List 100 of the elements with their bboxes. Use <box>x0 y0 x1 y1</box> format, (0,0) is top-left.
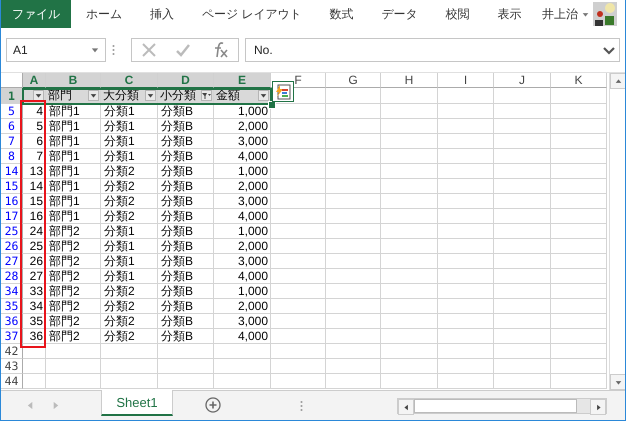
table-cell: 15 <box>23 194 46 209</box>
ribbon-tab[interactable]: 挿入 <box>139 0 185 28</box>
row-header[interactable]: 1 <box>1 88 23 104</box>
table-cell: 分類1 <box>101 104 158 119</box>
empty-cell <box>214 344 271 359</box>
empty-cell <box>494 179 551 194</box>
filter-active-button[interactable] <box>201 90 212 101</box>
fill-handle[interactable] <box>268 101 276 109</box>
table-cell: 分類2 <box>101 194 158 209</box>
scroll-right-button[interactable] <box>590 399 606 415</box>
row-header[interactable]: 43 <box>1 359 23 374</box>
row-header[interactable]: 26 <box>1 239 23 254</box>
column-header[interactable]: E <box>214 73 271 88</box>
row-header[interactable]: 35 <box>1 299 23 314</box>
empty-cell <box>551 88 607 104</box>
row-header[interactable]: 28 <box>1 269 23 284</box>
scroll-left-button[interactable] <box>398 399 414 415</box>
table-cell: 分類2 <box>101 329 158 344</box>
table-cell: 分類2 <box>101 299 158 314</box>
quick-analysis-button[interactable] <box>272 81 294 102</box>
formula-field[interactable]: No. <box>245 38 620 62</box>
table-cell: 分類1 <box>101 224 158 239</box>
row-header[interactable]: 6 <box>1 119 23 134</box>
add-sheet-icon[interactable] <box>205 397 221 413</box>
ribbon-tab[interactable]: ページ レイアウト <box>191 0 312 28</box>
empty-cell <box>326 164 381 179</box>
empty-cell <box>271 284 326 299</box>
scroll-up-button[interactable] <box>610 73 625 89</box>
table-cell: 部門1 <box>46 104 101 119</box>
empty-cell <box>381 359 438 374</box>
empty-cell <box>551 209 607 224</box>
row-header[interactable]: 14 <box>1 164 23 179</box>
empty-cell <box>438 149 494 164</box>
filter-button[interactable] <box>258 90 269 101</box>
row-header[interactable]: 42 <box>1 344 23 359</box>
column-header[interactable]: J <box>494 73 551 88</box>
ribbon-tab[interactable]: 数式 <box>318 0 364 28</box>
ribbon-tab[interactable]: ファイル <box>1 0 71 28</box>
column-header[interactable]: I <box>438 73 494 88</box>
header-label: 金額 <box>216 87 240 104</box>
ribbon-tab[interactable]: 表示 <box>486 0 532 28</box>
empty-cell <box>46 359 101 374</box>
scroll-down-button[interactable] <box>610 374 625 390</box>
table-cell: 33 <box>23 284 46 299</box>
row-header[interactable]: 17 <box>1 209 23 224</box>
column-header[interactable]: H <box>381 73 438 88</box>
row-header[interactable]: 8 <box>1 149 23 164</box>
caret-icon <box>35 92 42 99</box>
empty-cell <box>494 254 551 269</box>
column-header[interactable]: A <box>23 73 46 88</box>
right-arrow-icon <box>594 404 602 410</box>
row-header[interactable]: 7 <box>1 134 23 149</box>
row-header[interactable]: 34 <box>1 284 23 299</box>
filter-button[interactable] <box>145 90 156 101</box>
scroll-thumb[interactable] <box>414 399 577 413</box>
column-header[interactable]: B <box>46 73 101 88</box>
horizontal-scrollbar[interactable] <box>397 398 607 414</box>
table-cell: 部門1 <box>46 164 101 179</box>
table-cell: 14 <box>23 179 46 194</box>
sheet-tab[interactable]: Sheet1 <box>101 390 173 416</box>
column-header[interactable]: K <box>551 73 607 88</box>
check-icon[interactable] <box>175 42 191 58</box>
user-name[interactable]: 井上治 <box>542 6 578 22</box>
empty-cell <box>381 164 438 179</box>
empty-cell <box>271 194 326 209</box>
empty-cell <box>326 284 381 299</box>
empty-cell <box>551 224 607 239</box>
chevron-icon[interactable] <box>603 45 615 55</box>
table-cell: 4,000 <box>214 329 271 344</box>
row-header[interactable]: 16 <box>1 194 23 209</box>
filter-button[interactable] <box>33 90 44 101</box>
row-header[interactable]: 37 <box>1 329 23 344</box>
empty-cell <box>381 104 438 119</box>
row-header[interactable]: 27 <box>1 254 23 269</box>
table-cell: 部門1 <box>46 149 101 164</box>
table-cell: 16 <box>23 209 46 224</box>
empty-cell <box>101 359 158 374</box>
row-header[interactable]: 44 <box>1 374 23 389</box>
row-header[interactable]: 5 <box>1 104 23 119</box>
row-header[interactable]: 25 <box>1 224 23 239</box>
empty-cell <box>381 224 438 239</box>
filter-button[interactable] <box>88 90 99 101</box>
ribbon-tab[interactable]: 校閲 <box>434 0 480 28</box>
column-header[interactable]: D <box>158 73 214 88</box>
ribbon-tab[interactable]: ホーム <box>75 0 133 28</box>
name-box[interactable]: A1 <box>6 38 106 62</box>
empty-cell <box>381 194 438 209</box>
empty-cell <box>271 359 326 374</box>
table-cell: 部門1 <box>46 209 101 224</box>
drag-handle-icon[interactable] <box>300 400 302 412</box>
column-header[interactable]: C <box>101 73 158 88</box>
drag-handle-icon[interactable] <box>112 44 115 56</box>
empty-cell <box>271 149 326 164</box>
ribbon-tab[interactable]: データ <box>370 0 428 28</box>
column-header[interactable]: G <box>326 73 381 88</box>
row-header[interactable]: 36 <box>1 314 23 329</box>
empty-cell <box>494 119 551 134</box>
row-header[interactable]: 15 <box>1 179 23 194</box>
empty-cell <box>326 119 381 134</box>
table-cell: 27 <box>23 269 46 284</box>
